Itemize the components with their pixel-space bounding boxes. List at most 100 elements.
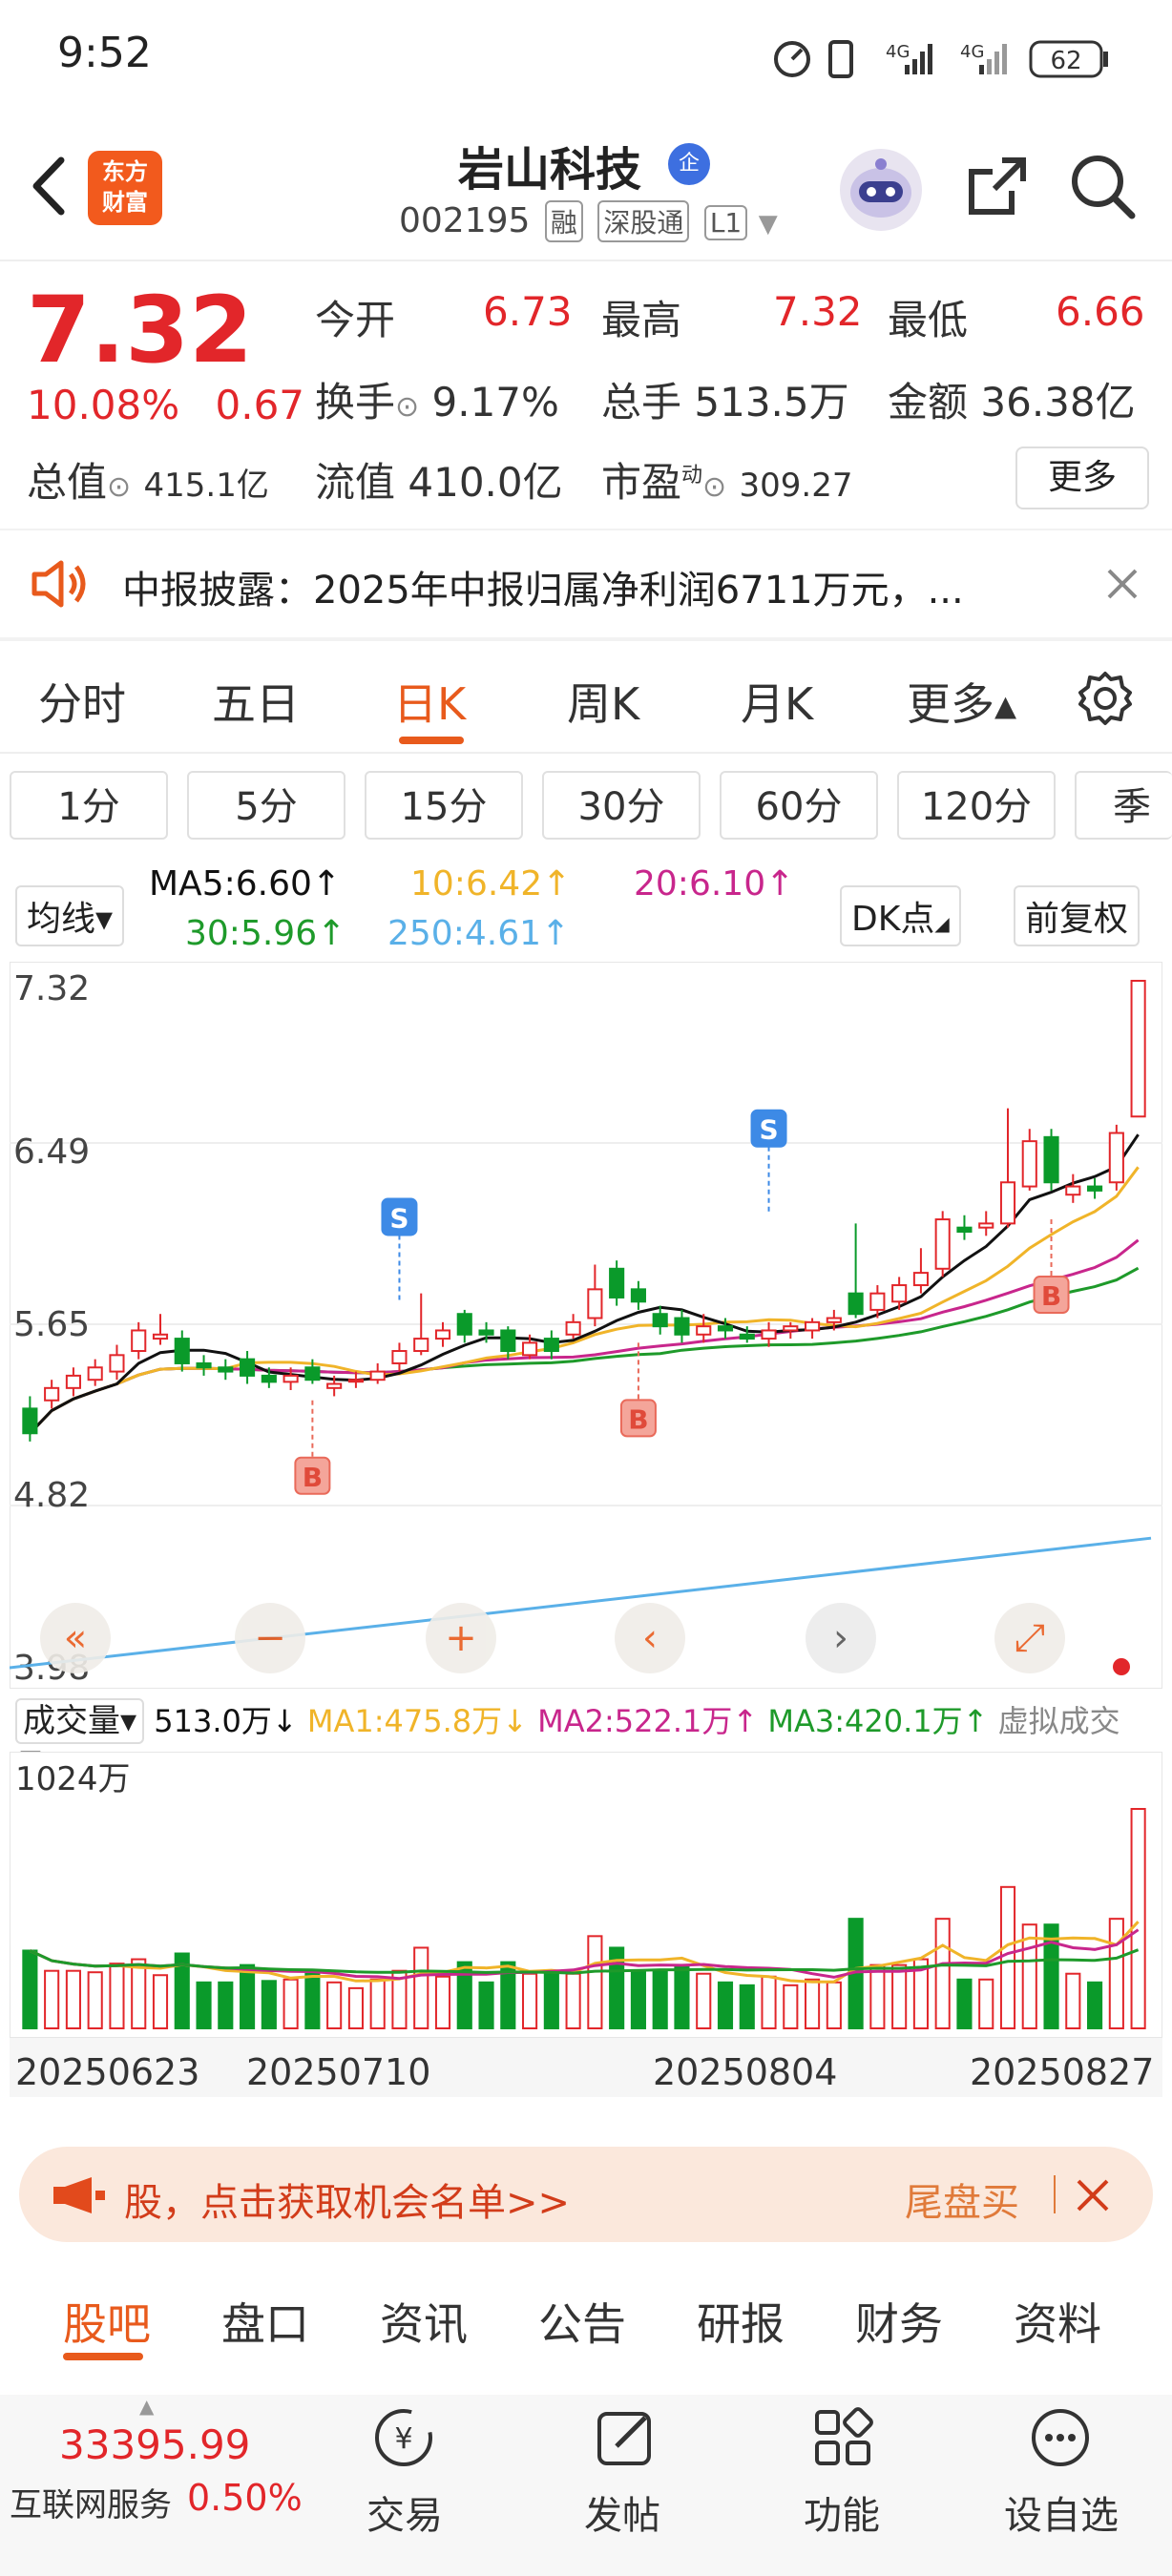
zoom-in-icon[interactable]: + — [426, 1603, 496, 1673]
ma-selector[interactable]: 均线▾ — [15, 885, 125, 946]
y-tick-label: 4.82 — [13, 1476, 90, 1515]
tab-daily-k[interactable]: 日K — [393, 670, 466, 733]
candle-body — [522, 1341, 538, 1357]
tab-five-day[interactable]: 五日 — [212, 670, 300, 733]
chevron-up-icon[interactable]: ▲ — [139, 2395, 154, 2418]
tab-monthly-k[interactable]: 月K — [741, 670, 813, 733]
close-icon[interactable] — [1075, 2177, 1111, 2213]
high-label: 最高 — [601, 297, 682, 343]
candle-body — [999, 1181, 1016, 1225]
stock-name: 岩山科技 — [458, 143, 642, 197]
candle-body — [283, 1374, 299, 1383]
period-quarter[interactable]: 季K — [1075, 771, 1172, 840]
volume-bar — [783, 1984, 799, 2029]
tab-weekly-k[interactable]: 周K — [567, 670, 639, 733]
turnover-value: 9.17% — [431, 379, 559, 426]
scroll-right-icon[interactable]: › — [806, 1603, 876, 1673]
sector-index-value[interactable]: 33395.99 — [59, 2421, 250, 2468]
tab-forum[interactable]: 股吧 — [63, 2290, 151, 2353]
period-30min[interactable]: 30分 — [542, 771, 701, 840]
nav-add-watchlist[interactable]: 设自选 — [1004, 2484, 1119, 2540]
candle-body — [783, 1325, 799, 1332]
promo-divider — [1054, 2175, 1056, 2213]
share-icon[interactable] — [964, 153, 1031, 219]
tab-profile[interactable]: 资料 — [1014, 2290, 1101, 2353]
more-button[interactable]: 更多 — [1015, 447, 1149, 509]
current-price: 7.32 — [27, 277, 253, 384]
volume-bar — [826, 1981, 842, 2029]
volume-bar — [44, 1969, 60, 2030]
tab-news[interactable]: 资讯 — [380, 2290, 468, 2353]
chevron-down-icon[interactable]: ▼ — [759, 210, 778, 239]
volume-bar — [978, 1978, 994, 2029]
volume-bar — [347, 1986, 364, 2029]
turnover-label: 换手 — [315, 379, 396, 426]
ai-assistant-icon[interactable] — [840, 149, 922, 231]
info-icon[interactable]: ⊙ — [702, 470, 726, 504]
nav-functions[interactable]: 功能 — [804, 2484, 880, 2540]
functions-icon[interactable] — [809, 2404, 876, 2471]
signal-label: B — [628, 1403, 648, 1435]
zoom-out-icon[interactable]: − — [235, 1603, 305, 1673]
volume-chart[interactable]: 1024万 — [10, 1752, 1162, 2038]
volume-selector[interactable]: 成交量▾ — [15, 1698, 145, 1744]
y-tick-label: 5.65 — [13, 1305, 90, 1344]
candle-body — [478, 1329, 494, 1336]
info-icon[interactable]: ⊙ — [395, 390, 419, 424]
period-120min[interactable]: 120分 — [897, 771, 1056, 840]
search-icon[interactable] — [1069, 153, 1136, 219]
candle-body — [261, 1374, 277, 1383]
live-dot — [1113, 1658, 1130, 1675]
close-icon[interactable] — [1105, 567, 1140, 601]
dk-point-selector[interactable]: DK点◢ — [840, 885, 961, 946]
tab-announcements[interactable]: 公告 — [538, 2290, 626, 2353]
add-watchlist-icon[interactable] — [1027, 2404, 1094, 2471]
gear-icon[interactable] — [1077, 670, 1134, 727]
volume-bar — [261, 1980, 277, 2029]
tab-more[interactable]: 更多▴ — [907, 670, 1016, 733]
period-1min[interactable]: 1分 — [10, 771, 168, 840]
adjust-selector[interactable]: 前复权 — [1014, 885, 1141, 946]
promo-text[interactable]: 股，点击获取机会名单>> — [124, 2171, 570, 2227]
volume-bar — [565, 1972, 581, 2030]
candle-body — [978, 1222, 994, 1229]
tab-orderbook[interactable]: 盘口 — [221, 2290, 309, 2353]
post-icon[interactable] — [592, 2404, 659, 2471]
sector-name[interactable]: 互联网服务 — [10, 2479, 172, 2525]
amount-value: 36.38亿 — [980, 379, 1136, 426]
promo-action[interactable]: 尾盘买 — [905, 2171, 1019, 2227]
nav-trade[interactable]: 交易 — [366, 2484, 443, 2540]
tab-intraday[interactable]: 分时 — [38, 670, 126, 733]
logo-line-1: 东方 — [102, 158, 148, 185]
pe-label: 市盈 — [601, 459, 682, 506]
candle-body — [934, 1218, 951, 1270]
change-amount: 0.67 — [215, 382, 305, 428]
trade-icon[interactable]: ¥ — [370, 2404, 437, 2471]
period-5min[interactable]: 5分 — [187, 771, 345, 840]
info-icon[interactable]: ⊙ — [107, 470, 131, 504]
vol-ma1: MA1:475.8万↓ — [306, 1703, 528, 1739]
volume-bar — [956, 1978, 973, 2029]
speaker-icon — [31, 560, 86, 608]
back-arrow-icon[interactable] — [25, 153, 73, 219]
tab-financials[interactable]: 财务 — [855, 2290, 943, 2353]
scroll-left-fast-icon[interactable]: « — [40, 1603, 111, 1673]
tab-research[interactable]: 研报 — [697, 2290, 785, 2353]
fullscreen-icon[interactable]: ⤢ — [994, 1603, 1065, 1673]
candle-body — [65, 1374, 81, 1389]
nav-post[interactable]: 发帖 — [584, 2484, 660, 2540]
candle-body — [739, 1333, 755, 1340]
float-row: 流值 410.0亿 — [315, 450, 563, 509]
volume-value: 513.0万↓ — [154, 1703, 298, 1739]
pe-value: 309.27 — [739, 467, 853, 505]
volume-bar — [891, 1963, 908, 2030]
candlestick-chart[interactable]: 7.326.495.654.823.98 SSBBB — [10, 962, 1162, 1689]
notice-text[interactable]: 中报披露：2025年中报归属净利润6711万元，... — [122, 559, 964, 614]
status-bar: 9:52 4G 4G 62 — [0, 0, 1172, 114]
change-percent: 10.08% — [27, 382, 180, 428]
candle-body — [826, 1317, 842, 1323]
period-60min[interactable]: 60分 — [720, 771, 878, 840]
candle-body — [1065, 1185, 1081, 1196]
period-15min[interactable]: 15分 — [365, 771, 523, 840]
scroll-left-icon[interactable]: ‹ — [615, 1603, 685, 1673]
